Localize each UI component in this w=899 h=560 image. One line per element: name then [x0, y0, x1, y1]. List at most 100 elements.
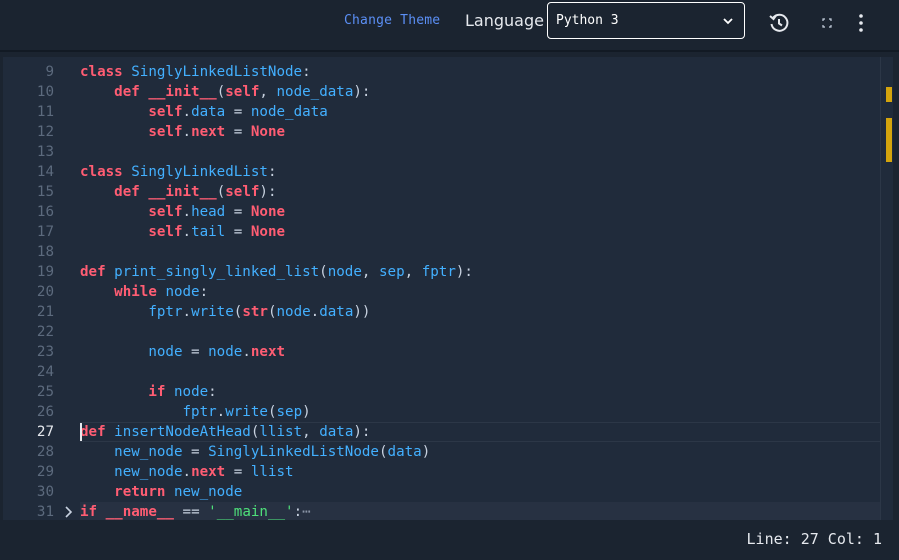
code-line[interactable]: 23 node = node.next [3, 342, 893, 362]
line-number: 30 [36, 484, 54, 500]
code-token: . [310, 304, 320, 320]
code-line[interactable]: 13 [3, 142, 893, 162]
line-code: if __name__ == '__main__':⋯ [80, 502, 311, 520]
change-theme-button[interactable]: Change Theme [344, 13, 440, 28]
line-code: def __init__(self, node_data): [80, 82, 370, 102]
line-number: 31 [36, 504, 54, 520]
line-number: 16 [36, 204, 54, 220]
code-line[interactable]: 9 class SinglyLinkedListNode: [3, 62, 893, 82]
code-token: == [173, 504, 209, 520]
code-token: class [80, 164, 123, 180]
code-token: sep [378, 264, 405, 280]
code-token: self [148, 104, 183, 120]
code-token: : [208, 384, 217, 400]
code-line[interactable]: 28 new_node = SinglyLinkedListNode(data) [3, 442, 893, 462]
code-line[interactable]: 11 self.data = node_data [3, 102, 893, 122]
code-token: next [191, 464, 226, 480]
code-token: node [165, 284, 200, 300]
code-token: def [114, 184, 140, 200]
code-token: . [182, 104, 192, 120]
code-line[interactable]: 24 [3, 362, 893, 382]
code-token: = [182, 444, 209, 460]
code-token: def [80, 264, 106, 280]
code-token: None [250, 124, 286, 140]
code-token: __init__ [148, 184, 217, 200]
code-token: ( [378, 444, 388, 460]
expand-icon[interactable] [819, 15, 835, 31]
code-line[interactable]: 30 return new_node [3, 482, 893, 502]
line-code: new_node.next = llist [80, 462, 293, 482]
line-number: 21 [36, 304, 54, 320]
code-token: . [182, 304, 192, 320]
code-token: next [191, 124, 226, 140]
code-line[interactable]: 29 new_node.next = llist [3, 462, 893, 482]
line-number: 18 [36, 244, 54, 260]
more-vertical-icon[interactable] [853, 12, 869, 34]
line-number: 22 [36, 324, 54, 340]
code-line[interactable]: 31 if __name__ == '__main__':⋯ [3, 502, 893, 520]
code-editor[interactable]: 9 class SinglyLinkedListNode: 10 def __ini… [3, 57, 893, 520]
code-token: __init__ [148, 84, 217, 100]
code-line[interactable]: 26 fptr.write(sep) [3, 402, 893, 422]
code-line[interactable]: 14 class SinglyLinkedList: [3, 162, 893, 182]
code-token: . [216, 404, 226, 420]
code-line[interactable]: 21 fptr.write(str(node.data)) [3, 302, 893, 322]
code-token: . [182, 204, 192, 220]
code-token: ): [259, 184, 277, 200]
code-token: node [276, 304, 311, 320]
scrollbar-marker [886, 87, 892, 102]
code-line[interactable]: 12 self.next = None [3, 122, 893, 142]
code-line[interactable]: 18 [3, 242, 893, 262]
line-number: 9 [45, 64, 54, 80]
code-token: self [225, 84, 260, 100]
line-code: while node: [80, 282, 208, 302]
code-token: ) [302, 404, 311, 420]
code-line[interactable]: 27 def insertNodeAtHead(llist, data): [3, 422, 893, 442]
code-token: SinglyLinkedListNode [208, 444, 379, 460]
code-token: insertNodeAtHead [114, 424, 251, 440]
code-line[interactable]: 22 [3, 322, 893, 342]
line-code: def print_singly_linked_list(node, sep, … [80, 262, 473, 282]
line-code: self.data = node_data [80, 102, 327, 122]
code-line[interactable]: 10 def __init__(self, node_data): [3, 82, 893, 102]
code-token: ( [267, 304, 277, 320]
code-token: llist [259, 424, 303, 440]
code-line[interactable]: 16 self.head = None [3, 202, 893, 222]
code-line[interactable]: 19 def print_singly_linked_list(node, sep… [3, 262, 893, 282]
code-line[interactable]: 25 if node: [3, 382, 893, 402]
language-select[interactable]: Python 3 [547, 2, 745, 39]
line-number: 13 [36, 144, 54, 160]
line-number: 15 [36, 184, 54, 200]
code-token: def [80, 424, 106, 440]
restore-icon[interactable] [766, 10, 792, 36]
code-token: ) [421, 444, 431, 460]
code-token: if [80, 504, 98, 520]
code-token: new_node [173, 484, 243, 500]
chevron-down-icon [723, 18, 733, 25]
line-number: 24 [36, 364, 54, 380]
code-token: if [148, 384, 166, 400]
code-token: , [259, 84, 277, 100]
code-line[interactable]: 17 self.tail = None [3, 222, 893, 242]
code-token: : [267, 164, 277, 180]
code-token: = [225, 204, 251, 220]
code-token: fptr [421, 264, 456, 280]
code-line[interactable]: 20 while node: [3, 282, 893, 302]
line-number: 26 [36, 404, 54, 420]
code-token: SinglyLinkedList [131, 164, 268, 180]
code-token: : [199, 284, 209, 300]
code-token: : [293, 504, 303, 520]
code-line[interactable]: 15 def __init__(self): [3, 182, 893, 202]
fold-chevron-icon[interactable] [64, 506, 74, 518]
line-code: def insertNodeAtHead(llist, data): [80, 422, 370, 442]
line-code: self.head = None [80, 202, 285, 222]
